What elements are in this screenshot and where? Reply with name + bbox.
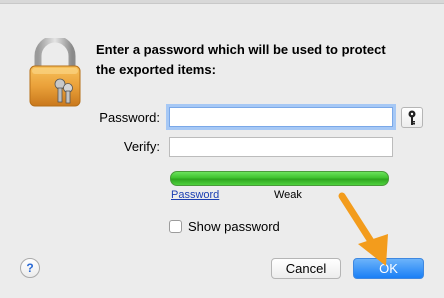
password-label: Password: [99,110,160,125]
password-link[interactable]: Password [171,189,219,201]
dialog-top-edge [0,0,444,4]
message-line-1: Enter a password which will be used to p… [96,42,386,57]
strength-rating: Weak [274,189,302,201]
dialog-message: Enter a password which will be used to p… [96,40,426,80]
show-password-checkbox[interactable] [169,219,182,233]
arrow-annotation-icon [338,192,388,266]
password-field[interactable] [169,107,393,127]
password-assistant-button[interactable] [401,107,423,128]
message-line-2: the exported items: [96,62,216,77]
show-password-label[interactable]: Show password [188,219,280,234]
verify-label: Verify: [123,139,160,154]
show-password-row[interactable]: Show password [169,218,280,234]
password-strength-meter [170,171,389,186]
lock-icon [29,38,81,107]
help-button[interactable]: ? [20,258,40,278]
strength-fill [171,172,388,185]
verify-field[interactable] [169,137,393,157]
key-icon [408,110,416,125]
export-password-dialog: Enter a password which will be used to p… [0,0,444,298]
